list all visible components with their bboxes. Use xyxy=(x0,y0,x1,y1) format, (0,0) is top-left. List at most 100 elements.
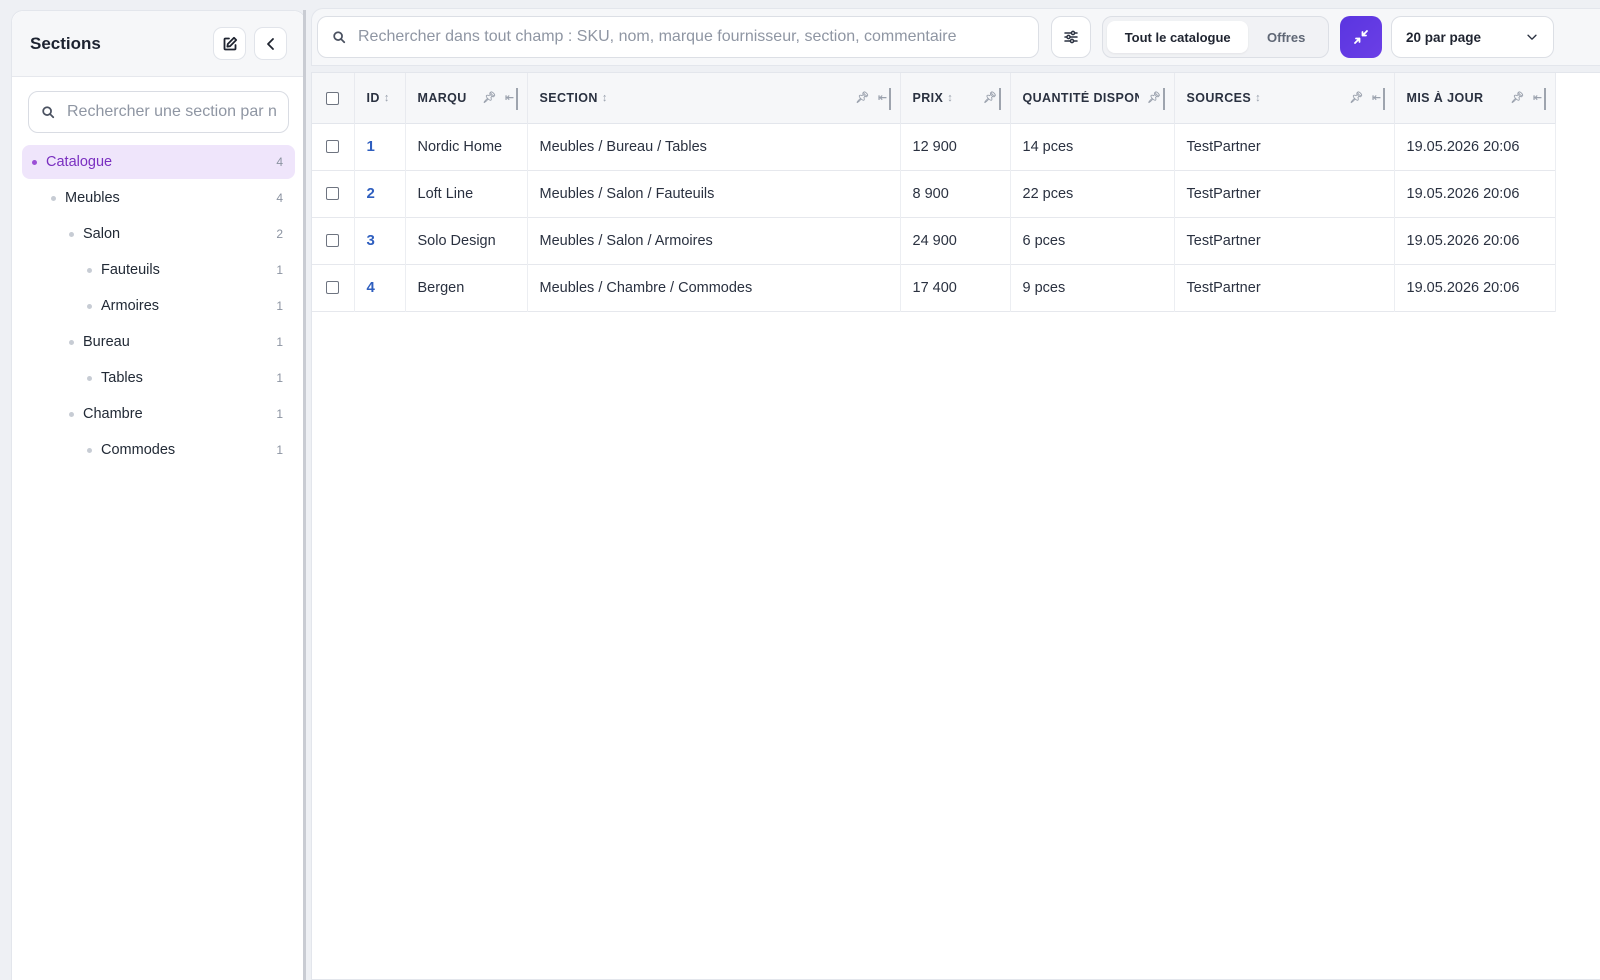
column-header-brand[interactable]: MARQU 📌︎ ⇤ xyxy=(405,73,528,123)
section-tree: Catalogue 4 Meubles 4 Salon 2 Fauteuils … xyxy=(12,145,305,467)
tree-item-catalogue[interactable]: Catalogue 4 xyxy=(22,145,295,179)
tree-item-salon[interactable]: Salon 2 xyxy=(22,217,295,251)
row-select-cell xyxy=(312,170,355,217)
global-search-input[interactable] xyxy=(358,28,1018,46)
sort-icon[interactable]: ↕ xyxy=(602,92,608,104)
tree-item-count: 4 xyxy=(276,155,283,169)
column-header-quantity[interactable]: QUANTITÉ DISPONIBLE 📌︎ xyxy=(1010,73,1175,123)
pin-icon[interactable]: 📌︎ xyxy=(1511,91,1525,104)
per-page-select[interactable]: 20 par page xyxy=(1391,16,1554,58)
tree-item-tables[interactable]: Tables 1 xyxy=(22,361,295,395)
tree-item-commodes[interactable]: Commodes 1 xyxy=(22,433,295,467)
pin-icon[interactable]: 📌︎ xyxy=(1350,91,1364,104)
tree-item-label: Fauteuils xyxy=(101,262,160,278)
sidebar-resize-handle[interactable] xyxy=(303,10,306,980)
collapse-sidebar-button[interactable] xyxy=(254,27,287,60)
column-header-label: PRIX xyxy=(912,90,944,105)
updated-cell: 19.05.2026 20:06 xyxy=(1394,217,1556,264)
brand-cell: Loft Line xyxy=(405,170,528,217)
tree-item-chambre[interactable]: Chambre 1 xyxy=(22,397,295,431)
pin-icon[interactable]: 📌︎ xyxy=(483,91,497,104)
row-checkbox[interactable] xyxy=(326,187,340,201)
pin-icon[interactable]: 📌︎ xyxy=(1147,91,1161,104)
product-id-link[interactable]: 4 xyxy=(354,264,406,311)
compact-view-button[interactable] xyxy=(1340,16,1382,58)
tree-item-count: 1 xyxy=(276,299,283,313)
select-all-header xyxy=(312,73,355,123)
column-header-price[interactable]: PRIX ↕ 📌︎ xyxy=(900,73,1011,123)
section-cell: Meubles / Bureau / Tables xyxy=(527,123,901,170)
tree-item-fauteuils[interactable]: Fauteuils 1 xyxy=(22,253,295,287)
collapse-column-icon[interactable]: ⇤ xyxy=(1533,91,1543,104)
column-resize-handle[interactable] xyxy=(888,88,891,110)
filters-button[interactable] xyxy=(1051,16,1091,58)
product-id-link[interactable]: 3 xyxy=(354,217,406,264)
sort-icon[interactable]: ↕ xyxy=(1255,92,1261,104)
row-checkbox[interactable] xyxy=(326,281,340,295)
table-row[interactable]: 3 Solo Design Meubles / Salon / Armoires… xyxy=(312,217,1556,264)
price-cell: 24 900 xyxy=(900,217,1011,264)
tree-item-armoires[interactable]: Armoires 1 xyxy=(22,289,295,323)
tree-item-label: Bureau xyxy=(83,334,130,350)
section-cell: Meubles / Salon / Armoires xyxy=(527,217,901,264)
column-header-id[interactable]: ID ↕ xyxy=(354,73,406,123)
column-header-label: MIS À JOUR xyxy=(1406,90,1484,105)
tree-item-label: Commodes xyxy=(101,442,176,458)
search-icon xyxy=(42,106,55,119)
table-row[interactable]: 4 Bergen Meubles / Chambre / Commodes 17… xyxy=(312,264,1556,311)
product-id-link[interactable]: 2 xyxy=(354,170,406,217)
chevron-down-icon xyxy=(1527,34,1537,40)
products-table: ID ↕ MARQU 📌︎ ⇤ SECTION ↕ 📌︎ ⇤ PRIX ↕ 📌︎… xyxy=(312,73,1556,312)
section-cell: Meubles / Chambre / Commodes xyxy=(527,264,901,311)
sections-sidebar: Sections Catalogue 4 Meu xyxy=(11,10,306,980)
column-resize-handle[interactable] xyxy=(1543,88,1546,110)
tree-item-count: 1 xyxy=(276,371,283,385)
row-checkbox[interactable] xyxy=(326,234,340,248)
section-search-input[interactable] xyxy=(67,103,276,121)
brand-cell: Nordic Home xyxy=(405,123,528,170)
updated-cell: 19.05.2026 20:06 xyxy=(1394,264,1556,311)
pin-icon[interactable]: 📌︎ xyxy=(856,91,870,104)
tree-item-count: 1 xyxy=(276,263,283,277)
catalog-toolbar: Tout le catalogue Offres 20 par page xyxy=(311,8,1600,66)
tab-offers[interactable]: Offres xyxy=(1248,21,1324,53)
price-cell: 12 900 xyxy=(900,123,1011,170)
collapse-column-icon[interactable]: ⇤ xyxy=(1372,91,1382,104)
catalog-view-toggle: Tout le catalogue Offres xyxy=(1102,16,1329,58)
search-icon xyxy=(333,31,346,44)
column-resize-handle[interactable] xyxy=(998,88,1001,110)
row-select-cell xyxy=(312,264,355,311)
pin-icon[interactable]: 📌︎ xyxy=(983,91,997,104)
sidebar-header: Sections xyxy=(12,11,305,77)
collapse-column-icon[interactable]: ⇤ xyxy=(878,91,888,104)
quantity-cell: 6 pces xyxy=(1010,217,1175,264)
tree-item-bureau[interactable]: Bureau 1 xyxy=(22,325,295,359)
tree-item-label: Chambre xyxy=(83,406,143,422)
sort-icon[interactable]: ↕ xyxy=(947,92,953,104)
tab-all-catalog[interactable]: Tout le catalogue xyxy=(1107,21,1249,53)
bullet-icon xyxy=(32,159,37,165)
tree-item-meubles[interactable]: Meubles 4 xyxy=(22,181,295,215)
sort-icon[interactable]: ↕ xyxy=(384,92,390,104)
sidebar-title: Sections xyxy=(30,33,101,53)
row-select-cell xyxy=(312,217,355,264)
column-header-section[interactable]: SECTION ↕ 📌︎ ⇤ xyxy=(527,73,901,123)
column-header-updated[interactable]: MIS À JOUR 📌︎ ⇤ xyxy=(1394,73,1556,123)
table-row[interactable]: 1 Nordic Home Meubles / Bureau / Tables … xyxy=(312,123,1556,170)
column-resize-handle[interactable] xyxy=(515,88,518,110)
collapse-column-icon[interactable]: ⇤ xyxy=(505,91,515,104)
global-search-box xyxy=(317,16,1039,58)
product-id-link[interactable]: 1 xyxy=(354,123,406,170)
row-checkbox[interactable] xyxy=(326,140,340,154)
table-row[interactable]: 2 Loft Line Meubles / Salon / Fauteuils … xyxy=(312,170,1556,217)
tree-item-count: 4 xyxy=(276,191,283,205)
source-cell: TestPartner xyxy=(1174,264,1395,311)
column-resize-handle[interactable] xyxy=(1162,88,1165,110)
select-all-checkbox[interactable] xyxy=(326,91,340,105)
bullet-icon xyxy=(51,195,56,201)
bullet-icon xyxy=(87,375,92,381)
column-header-sources[interactable]: SOURCES ↕ 📌︎ ⇤ xyxy=(1174,73,1395,123)
tree-item-count: 2 xyxy=(276,227,283,241)
column-resize-handle[interactable] xyxy=(1382,88,1385,110)
edit-sections-button[interactable] xyxy=(213,27,246,60)
